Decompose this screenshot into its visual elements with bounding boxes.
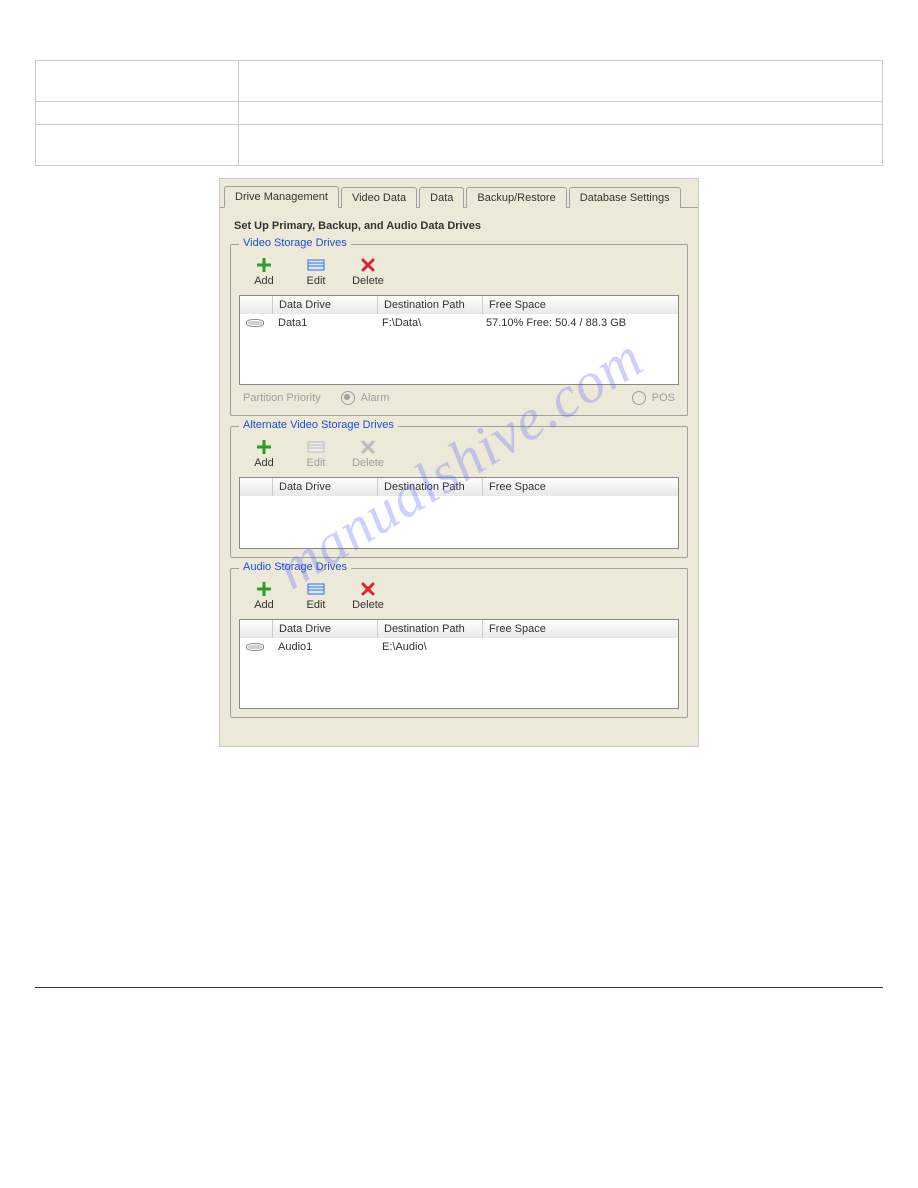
group-audio-storage: Audio Storage Drives Add Edit <box>230 568 688 718</box>
col-free-space[interactable]: Free Space <box>483 478 678 496</box>
edit-label: Edit <box>307 275 326 287</box>
delete-button-disabled: Delete <box>349 439 387 469</box>
group-audio-legend: Audio Storage Drives <box>239 561 351 573</box>
group-video-storage: Video Storage Drives Add Edit <box>230 244 688 416</box>
add-button[interactable]: Add <box>245 439 283 469</box>
toolbar-alt: Add Edit Delete <box>239 437 679 477</box>
alarm-label: Alarm <box>361 392 390 404</box>
add-label: Add <box>254 275 274 287</box>
cell-drive: Data1 <box>272 314 376 332</box>
delete-label: Delete <box>352 599 384 611</box>
tab-bar: Drive Management Video Data Data Backup/… <box>220 179 698 208</box>
delete-icon <box>359 439 377 455</box>
add-label: Add <box>254 457 274 469</box>
disk-icon <box>246 319 264 327</box>
toolbar-video: Add Edit Delete <box>239 255 679 295</box>
delete-icon <box>359 581 377 597</box>
cell-free <box>480 644 678 650</box>
tab-database-settings[interactable]: Database Settings <box>569 187 681 208</box>
tab-backup-restore[interactable]: Backup/Restore <box>466 187 566 208</box>
cell-path: F:\Data\ <box>376 314 480 332</box>
table-video: Data Drive Destination Path Free Space D… <box>239 295 679 385</box>
toolbar-audio: Add Edit Delete <box>239 579 679 619</box>
edit-label: Edit <box>307 457 326 469</box>
cell-drive: Audio1 <box>272 638 376 656</box>
radio-pos: POS <box>632 391 675 405</box>
delete-button[interactable]: Delete <box>349 257 387 287</box>
table-alt: Data Drive Destination Path Free Space <box>239 477 679 549</box>
group-alt-legend: Alternate Video Storage Drives <box>239 419 398 431</box>
col-data-drive[interactable]: Data Drive <box>273 478 378 496</box>
group-video-legend: Video Storage Drives <box>239 237 351 249</box>
col-dest-path[interactable]: Destination Path <box>378 620 483 638</box>
edit-icon <box>307 581 325 597</box>
tab-video-data[interactable]: Video Data <box>341 187 417 208</box>
delete-icon <box>359 257 377 273</box>
partition-priority-label: Partition Priority <box>243 392 321 404</box>
tab-data[interactable]: Data <box>419 187 464 208</box>
edit-button[interactable]: Edit <box>297 257 335 287</box>
delete-button[interactable]: Delete <box>349 581 387 611</box>
col-free-space[interactable]: Free Space <box>483 620 678 638</box>
delete-label: Delete <box>352 457 384 469</box>
plus-icon <box>255 439 273 455</box>
col-icon[interactable] <box>240 296 273 314</box>
table-row[interactable]: Audio1 E:\Audio\ <box>240 638 678 656</box>
radio-icon <box>341 391 355 405</box>
edit-label: Edit <box>307 599 326 611</box>
table-row[interactable]: Data1 F:\Data\ 57.10% Free: 50.4 / 88.3 … <box>240 314 678 332</box>
settings-panel: manualshive.com Drive Management Video D… <box>219 178 699 747</box>
footer-divider <box>35 987 883 988</box>
cell-free: 57.10% Free: 50.4 / 88.3 GB <box>480 314 678 332</box>
partition-priority-row: Partition Priority Alarm POS <box>239 385 679 407</box>
col-icon[interactable] <box>240 620 273 638</box>
radio-icon <box>632 391 646 405</box>
radio-alarm: Alarm <box>341 391 390 405</box>
cell-path: E:\Audio\ <box>376 638 480 656</box>
pos-label: POS <box>652 392 675 404</box>
col-icon[interactable] <box>240 478 273 496</box>
col-data-drive[interactable]: Data Drive <box>273 296 378 314</box>
col-dest-path[interactable]: Destination Path <box>378 478 483 496</box>
tab-drive-management[interactable]: Drive Management <box>224 186 339 208</box>
col-free-space[interactable]: Free Space <box>483 296 678 314</box>
edit-icon <box>307 257 325 273</box>
plus-icon <box>255 257 273 273</box>
panel-title: Set Up Primary, Backup, and Audio Data D… <box>234 220 688 232</box>
table-audio: Data Drive Destination Path Free Space A… <box>239 619 679 709</box>
top-metadata-table <box>35 60 883 166</box>
disk-icon <box>246 643 264 651</box>
plus-icon <box>255 581 273 597</box>
edit-icon <box>307 439 325 455</box>
add-button[interactable]: Add <box>245 257 283 287</box>
col-data-drive[interactable]: Data Drive <box>273 620 378 638</box>
add-label: Add <box>254 599 274 611</box>
col-dest-path[interactable]: Destination Path <box>378 296 483 314</box>
add-button[interactable]: Add <box>245 581 283 611</box>
group-alt-storage: Alternate Video Storage Drives Add Edit <box>230 426 688 558</box>
edit-button-disabled: Edit <box>297 439 335 469</box>
delete-label: Delete <box>352 275 384 287</box>
edit-button[interactable]: Edit <box>297 581 335 611</box>
